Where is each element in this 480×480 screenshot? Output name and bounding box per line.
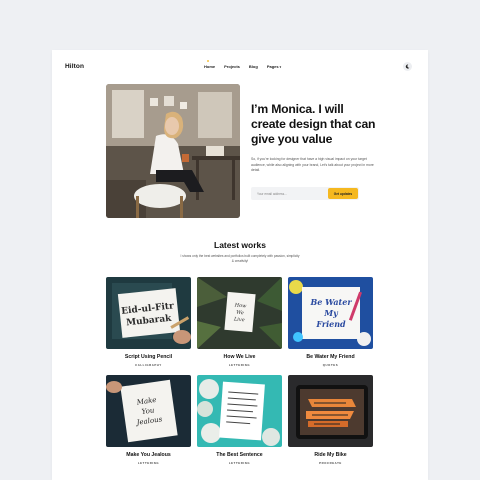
work-thumbnail: Eid-ul-Fitr Mubarak: [106, 277, 191, 349]
work-title[interactable]: Script Using Pencil: [106, 354, 191, 360]
site-logo[interactable]: Hilton: [65, 63, 84, 70]
work-category: PROCREATE: [319, 461, 342, 465]
work-category: LETTERING: [228, 363, 251, 367]
svg-text:We: We: [236, 310, 244, 317]
work-thumbnail: How We Live: [197, 277, 282, 349]
get-updates-button[interactable]: Get updates: [328, 188, 358, 199]
moon-icon: [405, 64, 410, 69]
latest-works-description: I shows only the best websites and portf…: [180, 254, 300, 264]
svg-text:How: How: [233, 302, 247, 309]
main-menu: Home Projects Blog Pages▾: [204, 60, 281, 69]
latest-works-title: Latest works: [214, 240, 266, 250]
svg-text:Live: Live: [233, 316, 245, 323]
work-title[interactable]: Be Water My Friend: [288, 354, 373, 360]
work-category: LETTERING: [228, 461, 251, 465]
theme-toggle-button[interactable]: [403, 62, 412, 71]
work-thumbnail: [288, 375, 373, 447]
work-thumbnail: Be Water My Friend: [288, 277, 373, 349]
work-card[interactable]: How We Live How We Live LETTERING: [197, 277, 282, 367]
svg-text:Be Water: Be Water: [309, 297, 352, 307]
page-card: Hilton Home Projects Blog Pages▾ I’m Mon…: [52, 50, 428, 480]
work-title[interactable]: Ride My Bike: [288, 452, 373, 458]
top-nav: Hilton Home Projects Blog Pages▾: [52, 50, 428, 86]
work-category: CALLIGRAPHY: [135, 363, 162, 367]
hero-photo: [106, 84, 240, 218]
work-category: QUOTES: [322, 363, 339, 367]
work-card[interactable]: Make You Jealous Make You Jealous LETTER…: [106, 375, 191, 465]
nav-link-pages[interactable]: Pages▾: [267, 64, 281, 69]
nav-link-projects[interactable]: Projects: [224, 64, 240, 69]
chevron-down-icon: ▾: [279, 65, 282, 69]
email-input[interactable]: Your email address...: [257, 192, 287, 196]
work-title[interactable]: Make You Jealous: [106, 452, 191, 458]
svg-text:Friend: Friend: [315, 319, 346, 329]
hero-description: So, if you're looking for designer that …: [251, 157, 374, 173]
hero-title: I’m Monica. I will create design that ca…: [251, 102, 376, 146]
work-card[interactable]: Be Water My Friend Be Water My Friend QU…: [288, 277, 373, 367]
nav-link-home[interactable]: Home: [204, 60, 215, 69]
work-card[interactable]: Eid-ul-Fitr Mubarak Script Using Pencil …: [106, 277, 191, 367]
subscribe-form: Your email address... Get updates: [251, 187, 359, 200]
work-thumbnail: Make You Jealous: [106, 375, 191, 447]
work-card[interactable]: Ride My Bike PROCREATE: [288, 375, 373, 465]
work-title[interactable]: How We Live: [197, 354, 282, 360]
work-category: LETTERING: [137, 461, 160, 465]
work-card[interactable]: The Best Sentence LETTERING: [197, 375, 282, 465]
work-thumbnail: [197, 375, 282, 447]
work-title[interactable]: The Best Sentence: [197, 452, 282, 458]
nav-link-blog[interactable]: Blog: [249, 64, 258, 69]
nav-link-pages-label: Pages: [266, 64, 279, 69]
svg-text:My: My: [323, 308, 339, 318]
